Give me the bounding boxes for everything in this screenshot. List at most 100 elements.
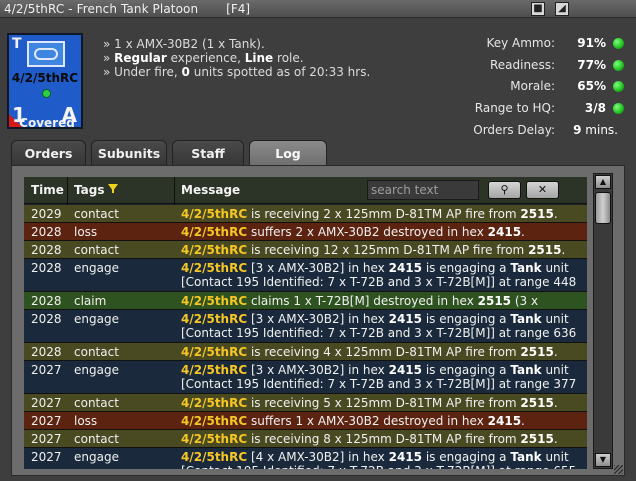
log-row[interactable]: 2028 claim 4/2/5thRC claims 1 x T-72B[M] d…	[24, 292, 587, 322]
message-text: .	[553, 345, 558, 359]
search-button[interactable]: ⚲	[488, 181, 521, 199]
scroll-thumb[interactable]	[595, 192, 611, 224]
log-row[interactable]: 2029 contact 4/2/5thRC is receiving 2 x 12…	[24, 205, 587, 223]
log-scrollbar[interactable]: ▲ ▼	[593, 173, 613, 469]
log-time: 2028	[31, 294, 62, 308]
unit-name-link[interactable]: 4/2/5thRC	[181, 432, 247, 446]
log-row[interactable]: 2027 engage 4/2/5thRC [3 x AMX-30B2] in he…	[24, 361, 587, 405]
summary-line-composition: » 1 x AMX-30B2 (1 x Tank).	[103, 37, 265, 51]
log-time: 2028	[31, 312, 62, 326]
message-text: is receiving 12 x 125mm D-81TM AP fire f…	[247, 243, 529, 257]
col-header-time[interactable]: Time	[31, 183, 64, 197]
message-text: suffers 2 x AMX-30B2 destroyed in hex	[247, 225, 488, 239]
log-row[interactable]: 2027 engage 4/2/5thRC [4 x AMX-30B2] in he…	[24, 448, 587, 469]
unit-name-link[interactable]: 4/2/5thRC	[181, 414, 247, 428]
log-tag: contact	[74, 396, 119, 410]
log-tag: contact	[74, 432, 119, 446]
log-message: 4/2/5thRC is receiving 12 x 125mm D-81TM…	[181, 243, 585, 257]
stat-readiness: Readiness: 77%	[466, 58, 626, 80]
col-header-message[interactable]: Message	[181, 183, 240, 197]
tab-log[interactable]: Log	[249, 140, 327, 166]
message-text: is receiving 5 x 125mm D-81TM AP fire fr…	[247, 396, 521, 410]
message-text: suffers 1 x AMX-30B2 destroyed in hex	[247, 414, 488, 428]
message-text: is receiving 4 x 125mm D-81TM AP fire fr…	[247, 345, 521, 359]
summary-line-contact: » Under fire, 0 units spotted as of 20:3…	[103, 65, 371, 79]
unit-name-link[interactable]: 4/2/5thRC	[181, 261, 247, 275]
message-text: .	[553, 396, 558, 410]
emphasis-text: Tank	[510, 261, 542, 275]
scroll-up-icon[interactable]: ▲	[595, 175, 611, 189]
tab-staff[interactable]: Staff	[172, 140, 244, 166]
unit-name-link[interactable]: 4/2/5thRC	[181, 363, 247, 377]
log-row[interactable]: 2027 loss 4/2/5thRC suffers 1 x AMX-30B2 d…	[24, 412, 587, 430]
unit-name-link[interactable]: 4/2/5thRC	[181, 207, 247, 221]
stat-morale: Morale: 65%	[466, 79, 626, 101]
search-input[interactable]	[367, 180, 479, 200]
log-message: 4/2/5thRC is receiving 4 x 125mm D-81TM …	[181, 345, 585, 359]
log-time: 2028	[31, 261, 62, 275]
unit-name-link[interactable]: 4/2/5thRC	[181, 225, 247, 239]
log-tag: loss	[74, 225, 98, 239]
close-icon: ✕	[537, 183, 548, 196]
message-text: [4 x AMX-30B2] in hex	[247, 450, 389, 464]
unit-name-link[interactable]: 4/2/5thRC	[181, 396, 247, 410]
hotkey-label: [F4]	[226, 1, 251, 16]
message-text: .	[553, 207, 558, 221]
title-bar: 4/2/5thRC - French Tank Platoon [F4] ■ ◢	[0, 0, 636, 18]
emphasis-text: 2415	[388, 312, 423, 326]
col-header-tags[interactable]: Tags	[74, 183, 104, 197]
clear-search-button[interactable]: ✕	[526, 181, 559, 199]
log-message: 4/2/5thRC is receiving 8 x 125mm D-81TM …	[181, 432, 585, 446]
log-tag: engage	[74, 363, 119, 377]
log-tag: contact	[74, 243, 119, 257]
resize-grip-icon[interactable]	[614, 465, 623, 474]
log-table: Time Tags Message ⚲ ✕ 2029 contact 4/2/5th…	[24, 177, 587, 469]
status-indicator-icon	[613, 59, 624, 71]
tab-subunits[interactable]: Subunits	[91, 140, 167, 166]
unit-name-link[interactable]: 4/2/5thRC	[181, 345, 247, 359]
log-row[interactable]: 2027 contact 4/2/5thRC is receiving 8 x 12…	[24, 430, 587, 448]
message-text: [3 x AMX-30B2] in hex	[247, 363, 389, 377]
emphasis-text: 2515	[520, 432, 554, 446]
emphasis-text: Tank	[510, 450, 542, 464]
badge-status-dot	[42, 89, 51, 98]
log-message: 4/2/5thRC is receiving 2 x 125mm D-81TM …	[181, 207, 585, 221]
log-message: 4/2/5thRC suffers 1 x AMX-30B2 destroyed…	[181, 414, 585, 428]
log-rows: 2029 contact 4/2/5thRC is receiving 2 x 12…	[24, 205, 587, 469]
lock-icon[interactable]: ■	[531, 2, 545, 16]
tank-symbol-icon	[27, 41, 65, 67]
log-time: 2028	[31, 225, 62, 239]
unit-name-link[interactable]: 4/2/5thRC	[181, 243, 247, 257]
message-text: claims 1 x T-72B[M] destroyed in hex	[247, 294, 478, 308]
log-tag: contact	[74, 207, 119, 221]
message-text: is engaging a	[422, 261, 511, 275]
unit-badge[interactable]: T 4/2/5thRC 1 A	[7, 33, 83, 129]
search-icon: ⚲	[500, 183, 509, 196]
filter-icon[interactable]	[108, 184, 118, 193]
emphasis-text: 2415	[388, 450, 423, 464]
stat-key-ammo: Key Ammo: 91%	[466, 36, 626, 58]
log-row[interactable]: 2028 loss 4/2/5thRC suffers 2 x AMX-30B2 d…	[24, 223, 587, 241]
log-tag: contact	[74, 345, 119, 359]
log-row[interactable]: 2028 engage 4/2/5thRC [3 x AMX-30B2] in he…	[24, 259, 587, 303]
log-time: 2027	[31, 363, 62, 377]
unit-name-link[interactable]: 4/2/5thRC	[181, 450, 247, 464]
badge-type-letter: T	[12, 36, 22, 52]
log-row[interactable]: 2028 contact 4/2/5thRC is receiving 4 x 12…	[24, 343, 587, 361]
message-text: .	[553, 432, 558, 446]
expand-icon[interactable]: ◢	[555, 2, 569, 16]
log-time: 2028	[31, 345, 62, 359]
log-row[interactable]: 2028 engage 4/2/5thRC [3 x AMX-30B2] in he…	[24, 310, 587, 354]
stat-range-to-hq: Range to HQ: 3/8	[466, 101, 626, 123]
log-row[interactable]: 2028 contact 4/2/5thRC is receiving 12 x 1…	[24, 241, 587, 259]
scroll-down-icon[interactable]: ▼	[595, 453, 611, 467]
log-tag: engage	[74, 261, 119, 275]
emphasis-text: 2515	[520, 345, 554, 359]
message-text: is receiving 2 x 125mm D-81TM AP fire fr…	[247, 207, 521, 221]
log-row[interactable]: 2027 contact 4/2/5thRC is receiving 5 x 12…	[24, 394, 587, 412]
emphasis-text: 2415	[388, 261, 423, 275]
log-time: 2029	[31, 207, 62, 221]
unit-name-link[interactable]: 4/2/5thRC	[181, 294, 247, 308]
tab-orders[interactable]: Orders	[11, 140, 86, 166]
unit-name-link[interactable]: 4/2/5thRC	[181, 312, 247, 326]
